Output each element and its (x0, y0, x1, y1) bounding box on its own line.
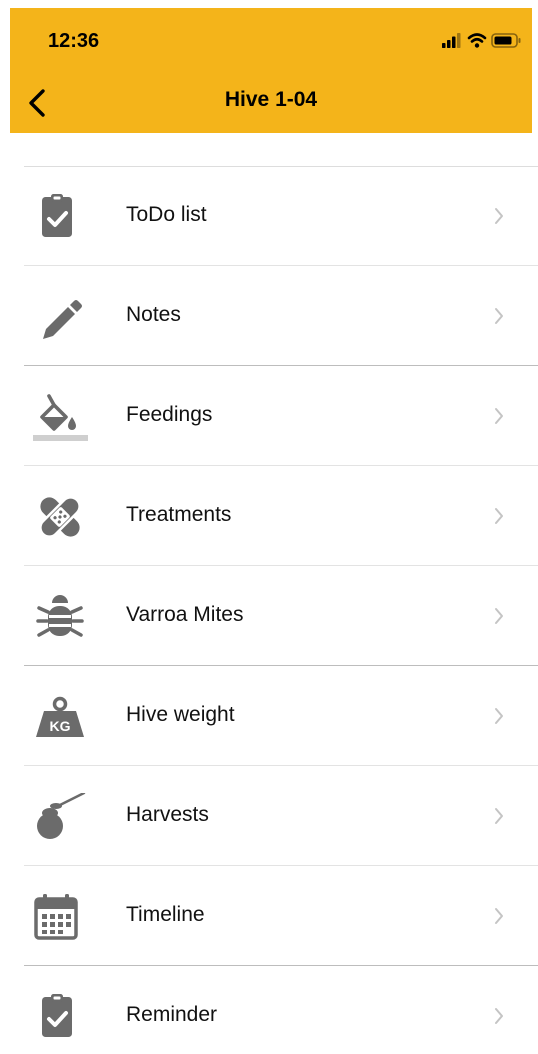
chevron-right-icon (495, 808, 503, 824)
chevron-right-icon (495, 208, 503, 224)
chevron-right-icon (495, 1008, 503, 1024)
app-header: 12:36 Hive 1-04 (10, 8, 532, 133)
battery-icon (491, 33, 521, 48)
menu-item-timeline[interactable]: Timeline (0, 866, 538, 966)
menu-item-label: Notes (126, 303, 181, 326)
menu-item-label: Varroa Mites (126, 603, 244, 626)
calendar-icon (34, 894, 78, 940)
menu-item-label: Timeline (126, 903, 205, 926)
menu-item-label: Harvests (126, 803, 209, 826)
clipboard-check-icon (42, 994, 72, 1037)
menu-item-harvests[interactable]: Harvests (0, 766, 538, 866)
status-icons (442, 33, 521, 48)
bandage-icon (39, 496, 81, 538)
clipboard-check-icon (42, 194, 72, 237)
menu-item-reminder[interactable]: Reminder (0, 966, 538, 1054)
chevron-right-icon (495, 708, 503, 724)
weight-kg-icon: KG (36, 696, 84, 737)
menu-item-varroa-mites[interactable]: Varroa Mites (0, 566, 538, 666)
chevron-right-icon (495, 608, 503, 624)
page-title: Hive 1-04 (224, 88, 318, 111)
weight-kg-text: KG (50, 718, 71, 734)
pencil-icon (43, 300, 82, 339)
menu-item-notes[interactable]: Notes (0, 266, 538, 366)
chevron-right-icon (495, 408, 503, 424)
menu-item-label: ToDo list (126, 203, 207, 226)
chevron-right-icon (495, 508, 503, 524)
chevron-right-icon (495, 908, 503, 924)
menu-item-label: Hive weight (126, 703, 235, 726)
menu-item-label: Reminder (126, 1003, 218, 1026)
bug-icon (36, 595, 84, 637)
fill-bucket-icon (33, 394, 88, 441)
status-time: 12:36 (48, 30, 100, 52)
menu-item-label: Treatments (126, 503, 232, 526)
menu-item-todo-list[interactable]: ToDo list (0, 166, 538, 266)
menu-item-label: Feedings (126, 403, 213, 426)
menu-item-treatments[interactable]: Treatments (0, 466, 538, 566)
wifi-icon (467, 33, 487, 48)
menu-item-hive-weight[interactable]: KG Hive weight (0, 666, 538, 766)
cellular-signal-icon (442, 33, 461, 48)
menu-item-feedings[interactable]: Feedings (0, 366, 538, 466)
honey-pot-icon (37, 793, 86, 839)
chevron-right-icon (495, 308, 503, 324)
screen: 12:36 Hive 1-04 ToDo list Notes Feedings… (0, 0, 538, 1054)
